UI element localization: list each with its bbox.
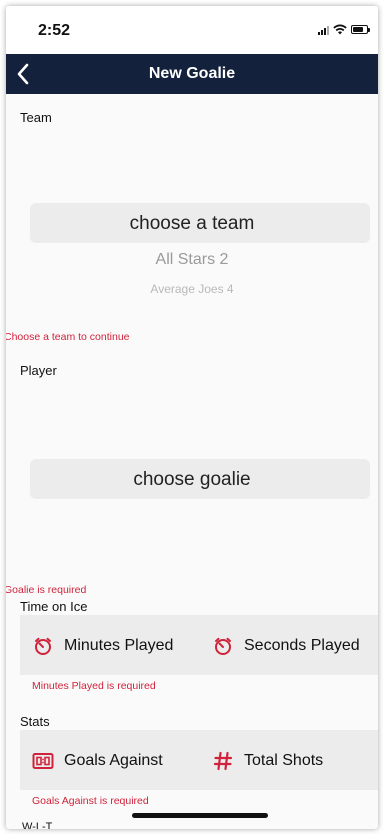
time-on-ice-row: Minutes Played Seconds Played (20, 615, 378, 675)
page-title: New Goalie (148, 65, 236, 82)
total-shots-label: Total Shots (244, 752, 324, 769)
team-option-all-stars-2[interactable]: All Stars 2 (6, 251, 378, 269)
status-bar: 2:52 (6, 6, 378, 54)
navigation-bar: New Goalie (6, 54, 378, 94)
seconds-played-label: Seconds Played (244, 637, 360, 654)
time-on-ice-section-label: Time on Ice (20, 599, 88, 614)
total-shots-field[interactable]: Total Shots (212, 750, 323, 772)
form-content: Team choose a team All Stars 2 Average J… (6, 94, 378, 829)
status-icons (318, 24, 370, 35)
cellular-signal-icon (318, 25, 329, 35)
scoreboard-icon (32, 750, 54, 772)
player-section-label: Player (20, 363, 57, 378)
goalie-picker-selected-value[interactable]: choose goalie (6, 469, 378, 491)
team-option-average-joes-4[interactable]: Average Joes 4 (6, 282, 378, 296)
minutes-played-label: Minutes Played (64, 637, 174, 654)
goals-against-label: Goals Against (64, 752, 163, 769)
team-picker-selected-value[interactable]: choose a team (6, 213, 378, 235)
wifi-icon (333, 24, 347, 35)
goals-against-field[interactable]: Goals Against (32, 750, 163, 772)
home-indicator (132, 813, 268, 818)
goalie-error-message: Goalie is required (6, 584, 87, 596)
goals-against-error-message: Goals Against is required (32, 795, 149, 807)
phone-screen: 2:52 New Goalie Team choose a team All S… (6, 6, 378, 829)
minutes-played-field[interactable]: Minutes Played (32, 635, 173, 657)
battery-icon (351, 25, 370, 34)
timer-icon (212, 635, 234, 657)
stats-section-label: Stats (20, 714, 50, 729)
team-error-message: Choose a team to continue (6, 331, 130, 343)
hash-icon (212, 750, 234, 772)
status-time: 2:52 (38, 22, 71, 39)
timer-icon (32, 635, 54, 657)
team-section-label: Team (20, 110, 52, 125)
stats-row: Goals Against Total Shots (20, 730, 378, 790)
seconds-played-field[interactable]: Seconds Played (212, 635, 360, 657)
minutes-played-error-message: Minutes Played is required (32, 680, 156, 692)
wlt-section-label: W-L-T (22, 821, 53, 829)
